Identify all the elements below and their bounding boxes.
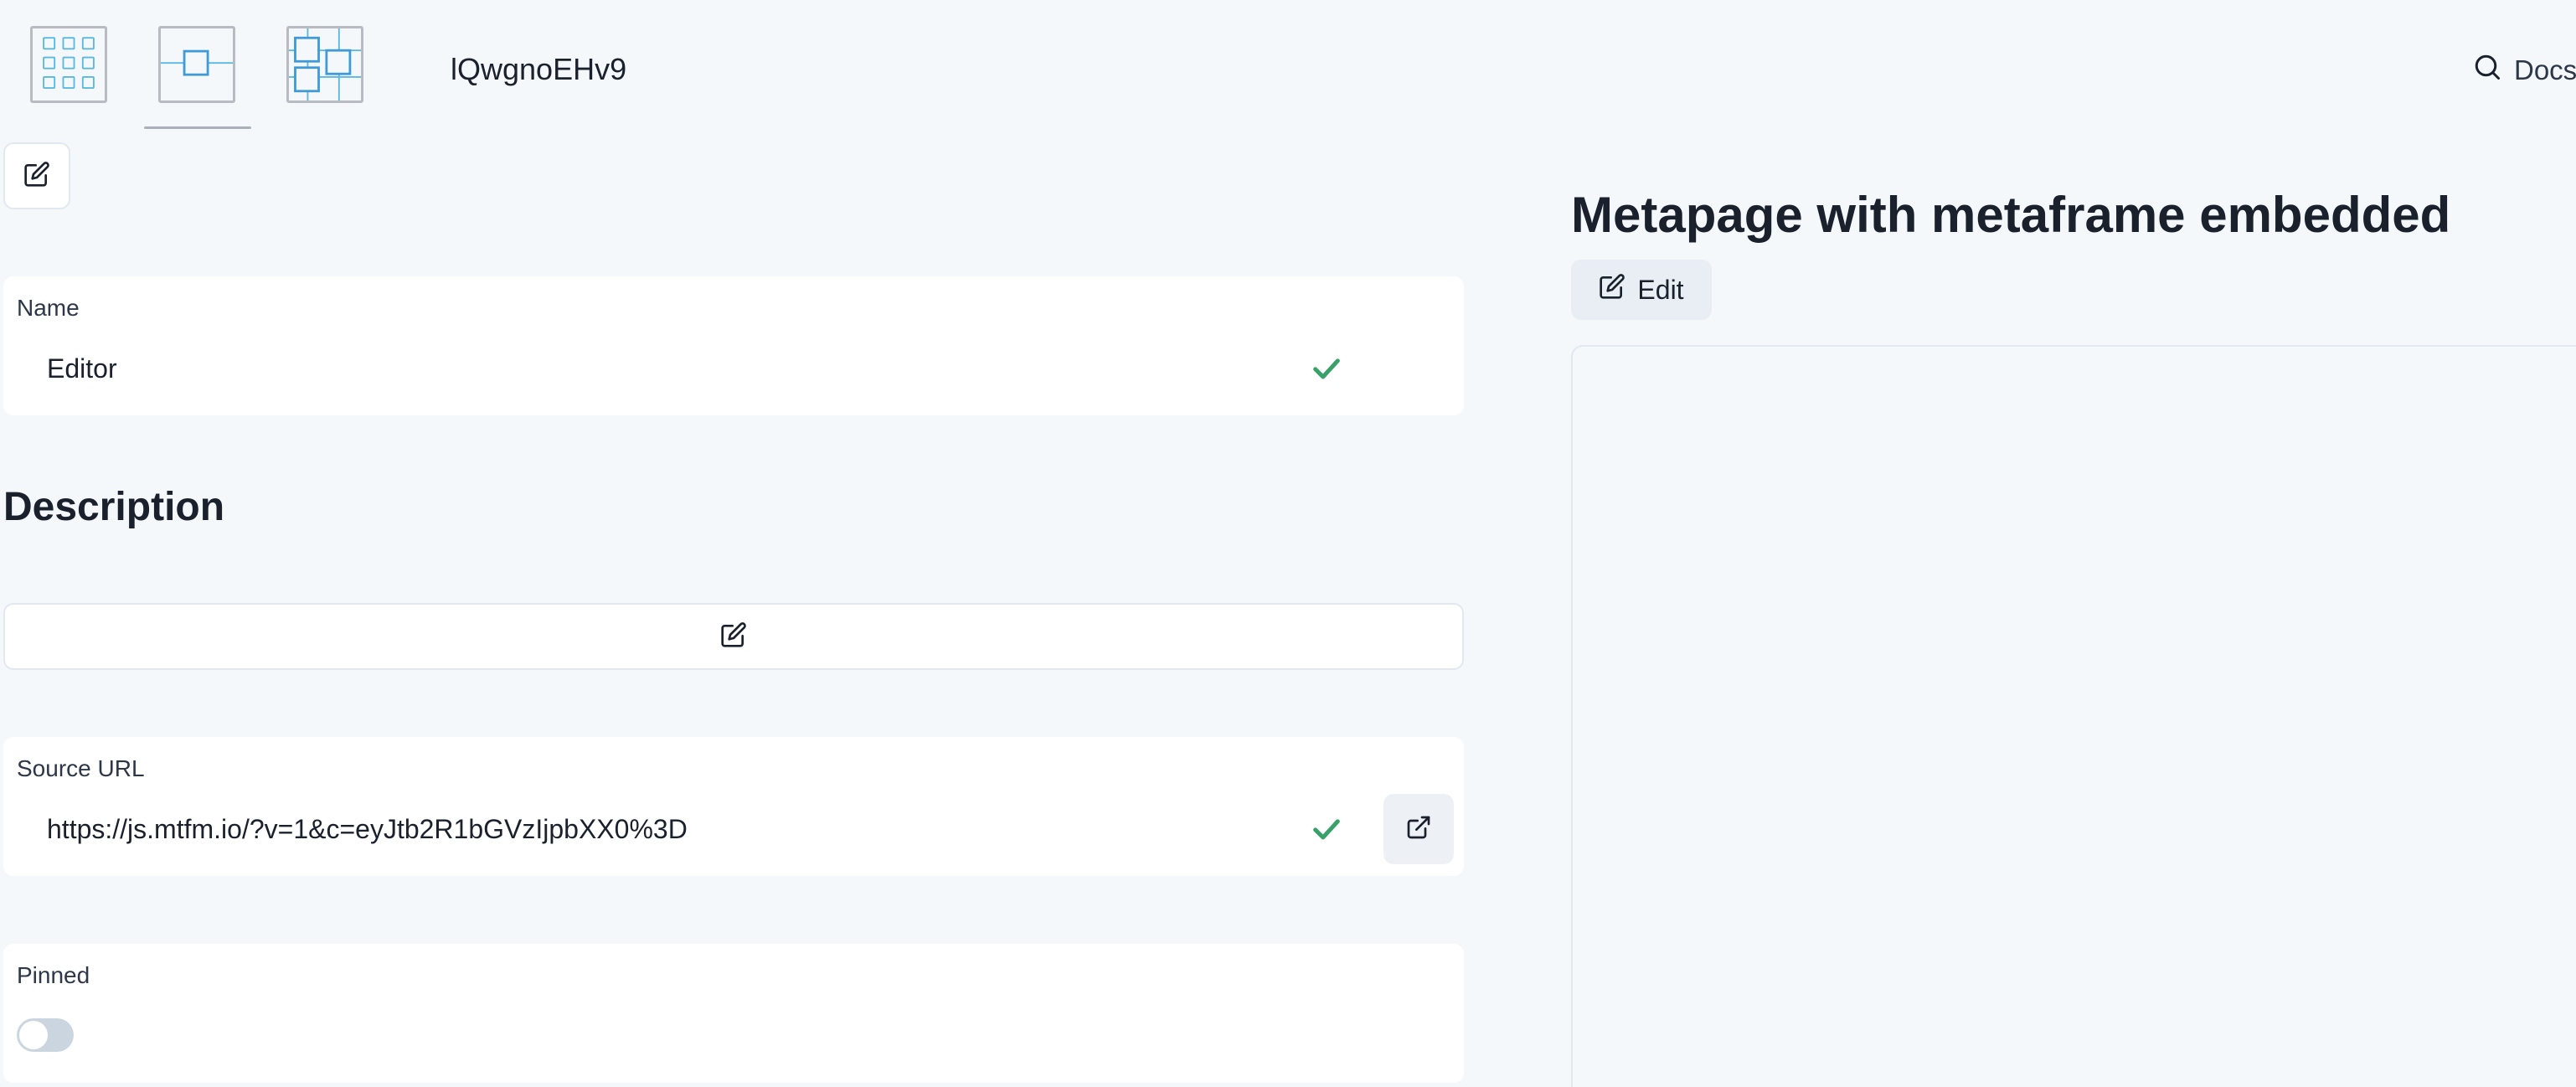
search-icon — [2472, 52, 2502, 89]
edit-icon — [720, 621, 747, 652]
edit-button[interactable]: Edit — [1571, 260, 1712, 320]
edit-button-label: Edit — [1637, 274, 1684, 305]
graph-view-icon[interactable] — [286, 26, 363, 103]
page-id: lQwgnoEHv9 — [451, 52, 627, 86]
toggle-knob — [19, 1021, 48, 1049]
pinned-field-card: Pinned — [3, 944, 1464, 1083]
pinned-toggle[interactable] — [17, 1018, 74, 1052]
external-link-icon — [1405, 814, 1432, 845]
name-label: Name — [17, 295, 80, 321]
metaframe-embed[interactable] — [1571, 345, 2576, 1087]
check-icon[interactable] — [1310, 352, 1343, 385]
check-icon[interactable] — [1310, 812, 1343, 846]
docs-search[interactable]: Docs — [2472, 52, 2576, 89]
grid-view-icon[interactable] — [30, 26, 107, 103]
source-url-label: Source URL — [17, 755, 145, 781]
edit-page-button[interactable] — [3, 142, 70, 209]
edit-icon — [23, 161, 50, 192]
active-view-underline — [144, 126, 251, 129]
source-url-field-card: Source URL https://js.mtfm.io/?v=1&c=eyJ… — [3, 737, 1464, 876]
description-edit-box[interactable] — [3, 603, 1464, 670]
preview-title: Metapage with metaframe embedded — [1571, 187, 2451, 243]
source-url-input[interactable]: https://js.mtfm.io/?v=1&c=eyJtb2R1bGVzIj… — [47, 814, 688, 845]
docs-link[interactable]: Docs — [2514, 54, 2576, 86]
single-frame-view-icon[interactable] — [158, 26, 235, 103]
name-field-card: Name Editor — [3, 276, 1464, 415]
edit-icon — [1599, 273, 1625, 307]
open-url-button[interactable] — [1383, 794, 1454, 864]
name-input[interactable]: Editor — [47, 353, 117, 384]
description-heading: Description — [3, 485, 225, 529]
pinned-label: Pinned — [17, 962, 90, 988]
